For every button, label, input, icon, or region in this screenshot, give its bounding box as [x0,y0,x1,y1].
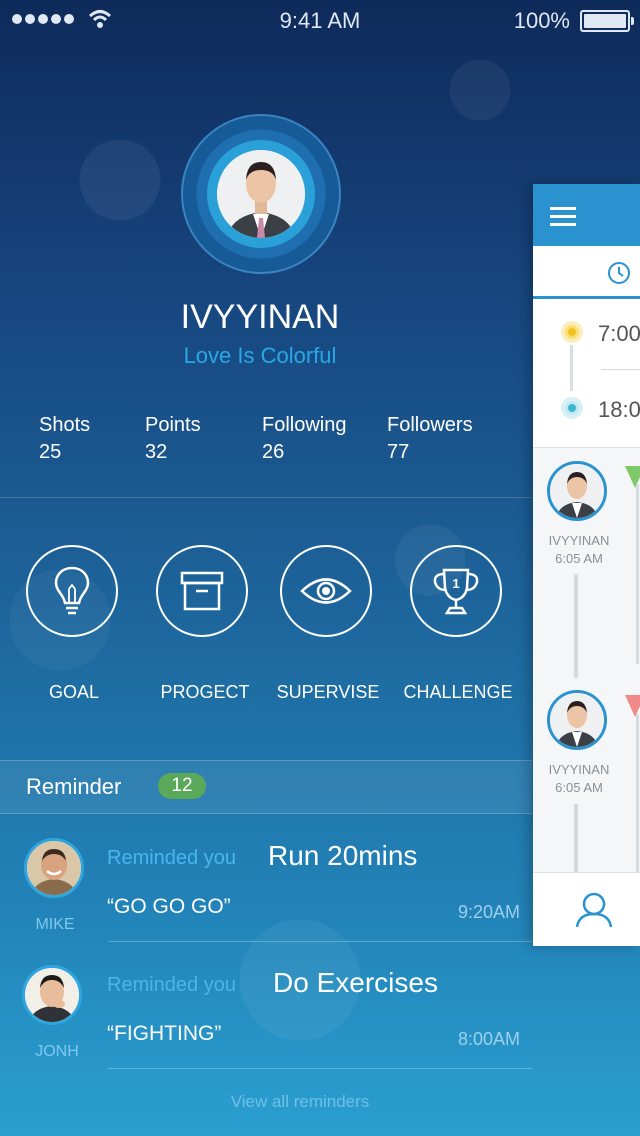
feed-user-name: IVYYINAN [548,762,610,777]
panel-footer [533,872,640,946]
stat-value: 25 [39,441,62,463]
stat-value: 32 [145,441,168,463]
side-panel[interactable]: 7:00 18:00 IVYYINAN 6:05 AM IVYYINAN 6:0… [533,184,640,946]
goal-label[interactable]: GOAL [26,682,122,703]
challenge-label[interactable]: CHALLENGE [396,682,520,703]
reminder-sender-name: MIKE [35,916,75,933]
avatar[interactable] [547,690,607,750]
trophy-icon: 1 [433,568,479,615]
schedule-time: 7:00 [598,321,640,346]
eye-icon [300,578,352,604]
divider [0,497,532,498]
feed-time: 6:05 AM [555,551,603,566]
stat-label: Points [145,414,201,436]
reminder-message: “FIGHTING” [107,1022,222,1045]
reminder-count-badge: 12 [158,773,206,799]
feed-user-name: IVYYINAN [548,533,610,548]
divider [108,941,532,942]
profile-tagline: Love Is Colorful [183,343,337,368]
stat-label: Following [262,414,347,436]
moon-dot-icon [561,397,583,419]
project-label[interactable]: PROGECT [152,682,258,703]
avatar-photo [217,150,305,238]
stat-following[interactable]: Following 26 [262,414,346,464]
view-all-reminders-link[interactable]: View all reminders [0,1092,600,1112]
avatar[interactable] [24,838,84,898]
project-button[interactable] [156,545,248,637]
reminder-time: 8:00AM [457,1029,520,1049]
battery-icon [580,10,634,32]
user-icon[interactable] [575,891,613,929]
stat-followers[interactable]: Followers 77 [387,414,473,464]
reminder-message: “GO GO GO” [107,895,231,918]
stat-points[interactable]: Points 32 [145,414,201,464]
avatar[interactable] [547,461,607,521]
stat-value: 26 [262,441,285,463]
reminder-title: Reminder [26,774,122,799]
challenge-button[interactable]: 1 [410,545,502,637]
reminder-prefix: Reminded you [107,847,236,869]
stat-shots[interactable]: Shots 25 [39,414,90,464]
profile-avatar[interactable] [181,114,341,274]
schedule-time: 18:00 [598,397,640,422]
clock-icon[interactable] [607,261,631,285]
reminder-time: 9:20AM [457,902,520,922]
panel-tabs [533,246,640,299]
avatar[interactable] [22,965,82,1025]
stat-label: Shots [39,414,91,436]
schedule-timeline: 7:00 18:00 [533,299,640,448]
reminder-task[interactable]: Do Exercises [273,967,438,999]
lightbulb-icon [54,566,90,615]
reminder-header[interactable]: Reminder 12 [0,760,532,814]
box-icon [180,571,224,611]
sun-dot-icon [561,321,583,343]
stat-value: 77 [387,441,410,463]
svg-text:1: 1 [452,576,459,591]
stat-label: Followers [387,414,473,436]
reminder-sender-name: JONH [35,1043,79,1060]
profile-name: IVYYINAN [180,298,340,336]
menu-icon[interactable] [550,207,576,226]
panel-header [533,184,640,246]
feed-time: 6:05 AM [555,780,603,795]
divider [108,1068,532,1069]
status-bar: 9:41 AM 100% [0,0,640,40]
supervise-label[interactable]: SUPERVISE [272,682,384,703]
reminder-prefix: Reminded you [107,974,236,996]
goal-button[interactable] [26,545,118,637]
supervise-button[interactable] [280,545,372,637]
battery-percent: 100% [513,8,570,33]
reminder-task[interactable]: Run 20mins [268,840,417,872]
